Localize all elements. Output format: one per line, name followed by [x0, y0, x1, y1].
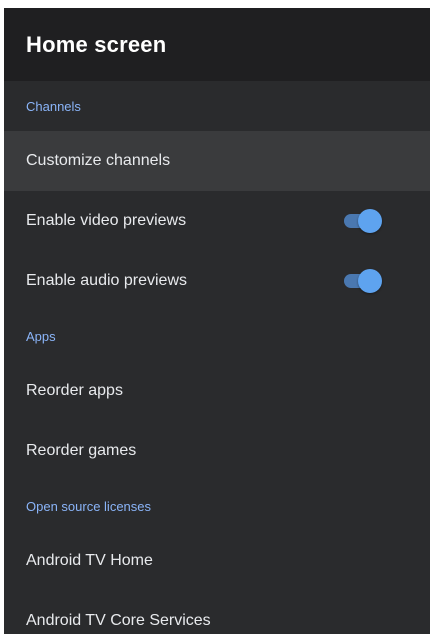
- section-header-channels: Channels: [26, 98, 81, 114]
- android-tv-core-services-label: Android TV Core Services: [26, 612, 211, 629]
- android-tv-core-services-item[interactable]: Android TV Core Services: [4, 591, 430, 634]
- page-title: Home screen: [26, 31, 167, 57]
- settings-panel: Home screen Channels Customize channels …: [4, 8, 430, 634]
- video-previews-item[interactable]: Enable video previews: [4, 191, 430, 251]
- video-previews-toggle[interactable]: [344, 208, 382, 234]
- reorder-apps-label: Reorder apps: [26, 382, 123, 399]
- android-tv-home-item[interactable]: Android TV Home: [4, 531, 430, 591]
- android-tv-home-label: Android TV Home: [26, 552, 153, 569]
- reorder-apps-item[interactable]: Reorder apps: [4, 361, 430, 421]
- customize-channels-label: Customize channels: [26, 152, 171, 169]
- audio-previews-toggle[interactable]: [344, 268, 382, 294]
- audio-previews-item[interactable]: Enable audio previews: [4, 251, 430, 311]
- video-previews-label: Enable video previews: [26, 212, 187, 229]
- section-header-apps: Apps: [26, 328, 56, 344]
- reorder-games-item[interactable]: Reorder games: [4, 421, 430, 481]
- header: Home screen: [4, 8, 430, 81]
- toggle-thumb: [358, 269, 382, 293]
- reorder-games-label: Reorder games: [26, 442, 137, 459]
- toggle-thumb: [358, 209, 382, 233]
- audio-previews-label: Enable audio previews: [26, 272, 187, 289]
- section-header-licenses: Open source licenses: [26, 498, 152, 514]
- customize-channels-item[interactable]: Customize channels: [4, 131, 430, 191]
